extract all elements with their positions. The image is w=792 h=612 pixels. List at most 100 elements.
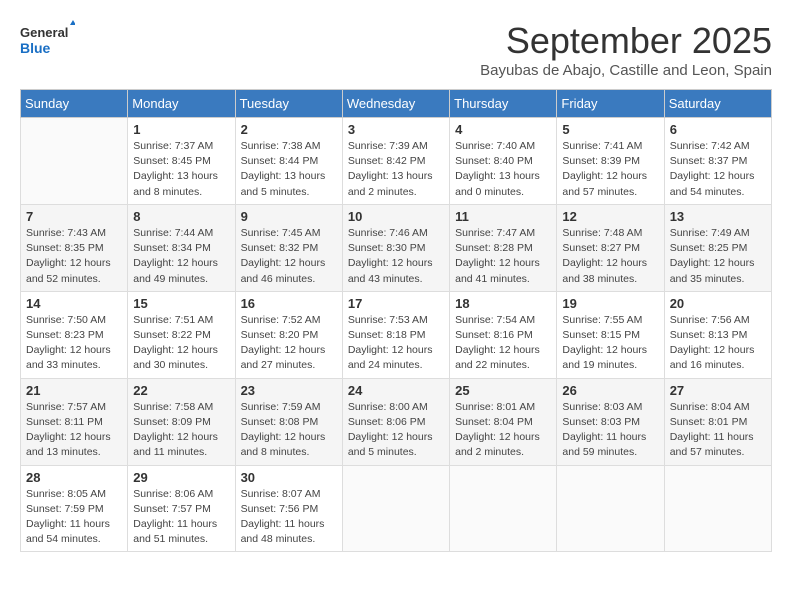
calendar-cell xyxy=(21,118,128,205)
logo: General Blue xyxy=(20,20,75,60)
day-number: 8 xyxy=(133,209,229,224)
day-number: 12 xyxy=(562,209,658,224)
day-info: Sunrise: 7:49 AMSunset: 8:25 PMDaylight:… xyxy=(670,226,766,287)
calendar-cell: 18 Sunrise: 7:54 AMSunset: 8:16 PMDayligh… xyxy=(450,291,557,378)
calendar-cell xyxy=(342,465,449,552)
title-block: September 2025 Bayubas de Abajo, Castill… xyxy=(480,20,772,79)
day-number: 29 xyxy=(133,470,229,485)
day-info: Sunrise: 7:42 AMSunset: 8:37 PMDaylight:… xyxy=(670,139,766,200)
day-number: 5 xyxy=(562,122,658,137)
calendar-cell: 14 Sunrise: 7:50 AMSunset: 8:23 PMDayligh… xyxy=(21,291,128,378)
calendar-table: SundayMondayTuesdayWednesdayThursdayFrid… xyxy=(20,89,772,552)
day-info: Sunrise: 7:50 AMSunset: 8:23 PMDaylight:… xyxy=(26,313,122,374)
weekday-header-sunday: Sunday xyxy=(21,90,128,118)
month-title: September 2025 xyxy=(480,20,772,62)
day-info: Sunrise: 7:37 AMSunset: 8:45 PMDaylight:… xyxy=(133,139,229,200)
day-info: Sunrise: 7:59 AMSunset: 8:08 PMDaylight:… xyxy=(241,400,337,461)
calendar-cell: 9Sunrise: 7:45 AMSunset: 8:32 PMDaylight… xyxy=(235,204,342,291)
day-number: 23 xyxy=(241,383,337,398)
calendar-cell: 22 Sunrise: 7:58 AMSunset: 8:09 PMDayligh… xyxy=(128,378,235,465)
day-number: 15 xyxy=(133,296,229,311)
day-info: Sunrise: 7:57 AMSunset: 8:11 PMDaylight:… xyxy=(26,400,122,461)
day-info: Sunrise: 8:00 AMSunset: 8:06 PMDaylight:… xyxy=(348,400,444,461)
calendar-cell: 27 Sunrise: 8:04 AMSunset: 8:01 PMDayligh… xyxy=(664,378,771,465)
day-info: Sunrise: 7:46 AMSunset: 8:30 PMDaylight:… xyxy=(348,226,444,287)
day-info: Sunrise: 7:53 AMSunset: 8:18 PMDaylight:… xyxy=(348,313,444,374)
calendar-cell xyxy=(664,465,771,552)
calendar-cell: 13 Sunrise: 7:49 AMSunset: 8:25 PMDayligh… xyxy=(664,204,771,291)
day-info: Sunrise: 8:07 AMSunset: 7:56 PMDaylight:… xyxy=(241,487,337,548)
day-info: Sunrise: 7:39 AMSunset: 8:42 PMDaylight:… xyxy=(348,139,444,200)
day-info: Sunrise: 8:01 AMSunset: 8:04 PMDaylight:… xyxy=(455,400,551,461)
calendar-cell: 4Sunrise: 7:40 AMSunset: 8:40 PMDaylight… xyxy=(450,118,557,205)
calendar-cell: 21 Sunrise: 7:57 AMSunset: 8:11 PMDayligh… xyxy=(21,378,128,465)
calendar-cell: 6 Sunrise: 7:42 AMSunset: 8:37 PMDaylight… xyxy=(664,118,771,205)
calendar-cell: 3 Sunrise: 7:39 AMSunset: 8:42 PMDaylight… xyxy=(342,118,449,205)
calendar-cell: 23 Sunrise: 7:59 AMSunset: 8:08 PMDayligh… xyxy=(235,378,342,465)
calendar-cell: 8Sunrise: 7:44 AMSunset: 8:34 PMDaylight… xyxy=(128,204,235,291)
day-number: 1 xyxy=(133,122,229,137)
svg-text:Blue: Blue xyxy=(20,40,51,56)
calendar-cell: 30Sunrise: 8:07 AMSunset: 7:56 PMDayligh… xyxy=(235,465,342,552)
day-number: 19 xyxy=(562,296,658,311)
day-number: 27 xyxy=(670,383,766,398)
calendar-cell xyxy=(450,465,557,552)
svg-text:General: General xyxy=(20,25,68,40)
weekday-header-friday: Friday xyxy=(557,90,664,118)
day-info: Sunrise: 7:45 AMSunset: 8:32 PMDaylight:… xyxy=(241,226,337,287)
calendar-cell: 1 Sunrise: 7:37 AMSunset: 8:45 PMDaylight… xyxy=(128,118,235,205)
day-info: Sunrise: 7:41 AMSunset: 8:39 PMDaylight:… xyxy=(562,139,658,200)
calendar-cell: 10 Sunrise: 7:46 AMSunset: 8:30 PMDayligh… xyxy=(342,204,449,291)
calendar-cell: 25 Sunrise: 8:01 AMSunset: 8:04 PMDayligh… xyxy=(450,378,557,465)
day-info: Sunrise: 7:55 AMSunset: 8:15 PMDaylight:… xyxy=(562,313,658,374)
calendar-cell: 12Sunrise: 7:48 AMSunset: 8:27 PMDayligh… xyxy=(557,204,664,291)
day-number: 10 xyxy=(348,209,444,224)
calendar-cell: 28 Sunrise: 8:05 AMSunset: 7:59 PMDayligh… xyxy=(21,465,128,552)
day-number: 13 xyxy=(670,209,766,224)
day-number: 4 xyxy=(455,122,551,137)
calendar-cell: 16 Sunrise: 7:52 AMSunset: 8:20 PMDayligh… xyxy=(235,291,342,378)
day-info: Sunrise: 7:51 AMSunset: 8:22 PMDaylight:… xyxy=(133,313,229,374)
calendar-cell: 7 Sunrise: 7:43 AMSunset: 8:35 PMDaylight… xyxy=(21,204,128,291)
day-number: 3 xyxy=(348,122,444,137)
day-number: 21 xyxy=(26,383,122,398)
day-number: 26 xyxy=(562,383,658,398)
day-number: 14 xyxy=(26,296,122,311)
day-number: 25 xyxy=(455,383,551,398)
calendar-cell: 5 Sunrise: 7:41 AMSunset: 8:39 PMDaylight… xyxy=(557,118,664,205)
day-number: 24 xyxy=(348,383,444,398)
day-info: Sunrise: 7:47 AMSunset: 8:28 PMDaylight:… xyxy=(455,226,551,287)
day-info: Sunrise: 7:56 AMSunset: 8:13 PMDaylight:… xyxy=(670,313,766,374)
calendar-cell: 29 Sunrise: 8:06 AMSunset: 7:57 PMDayligh… xyxy=(128,465,235,552)
day-info: Sunrise: 8:03 AMSunset: 8:03 PMDaylight:… xyxy=(562,400,658,461)
weekday-header-monday: Monday xyxy=(128,90,235,118)
day-number: 2 xyxy=(241,122,337,137)
weekday-header-tuesday: Tuesday xyxy=(235,90,342,118)
day-number: 18 xyxy=(455,296,551,311)
calendar-cell: 20Sunrise: 7:56 AMSunset: 8:13 PMDayligh… xyxy=(664,291,771,378)
day-number: 16 xyxy=(241,296,337,311)
calendar-cell: 24 Sunrise: 8:00 AMSunset: 8:06 PMDayligh… xyxy=(342,378,449,465)
day-info: Sunrise: 8:06 AMSunset: 7:57 PMDaylight:… xyxy=(133,487,229,548)
weekday-header-saturday: Saturday xyxy=(664,90,771,118)
day-info: Sunrise: 7:43 AMSunset: 8:35 PMDaylight:… xyxy=(26,226,122,287)
day-info: Sunrise: 8:05 AMSunset: 7:59 PMDaylight:… xyxy=(26,487,122,548)
calendar-cell: 26 Sunrise: 8:03 AMSunset: 8:03 PMDayligh… xyxy=(557,378,664,465)
day-number: 22 xyxy=(133,383,229,398)
day-info: Sunrise: 7:58 AMSunset: 8:09 PMDaylight:… xyxy=(133,400,229,461)
day-number: 28 xyxy=(26,470,122,485)
calendar-cell: 11 Sunrise: 7:47 AMSunset: 8:28 PMDayligh… xyxy=(450,204,557,291)
calendar-cell: 19 Sunrise: 7:55 AMSunset: 8:15 PMDayligh… xyxy=(557,291,664,378)
calendar-cell: 2Sunrise: 7:38 AMSunset: 8:44 PMDaylight… xyxy=(235,118,342,205)
calendar-cell: 17Sunrise: 7:53 AMSunset: 8:18 PMDayligh… xyxy=(342,291,449,378)
location-subtitle: Bayubas de Abajo, Castille and Leon, Spa… xyxy=(480,62,772,79)
day-number: 6 xyxy=(670,122,766,137)
day-info: Sunrise: 7:54 AMSunset: 8:16 PMDaylight:… xyxy=(455,313,551,374)
calendar-cell: 15 Sunrise: 7:51 AMSunset: 8:22 PMDayligh… xyxy=(128,291,235,378)
weekday-header-wednesday: Wednesday xyxy=(342,90,449,118)
day-info: Sunrise: 8:04 AMSunset: 8:01 PMDaylight:… xyxy=(670,400,766,461)
page-header: General Blue September 2025 Bayubas de A… xyxy=(20,20,772,79)
day-number: 7 xyxy=(26,209,122,224)
day-number: 11 xyxy=(455,209,551,224)
day-info: Sunrise: 7:52 AMSunset: 8:20 PMDaylight:… xyxy=(241,313,337,374)
